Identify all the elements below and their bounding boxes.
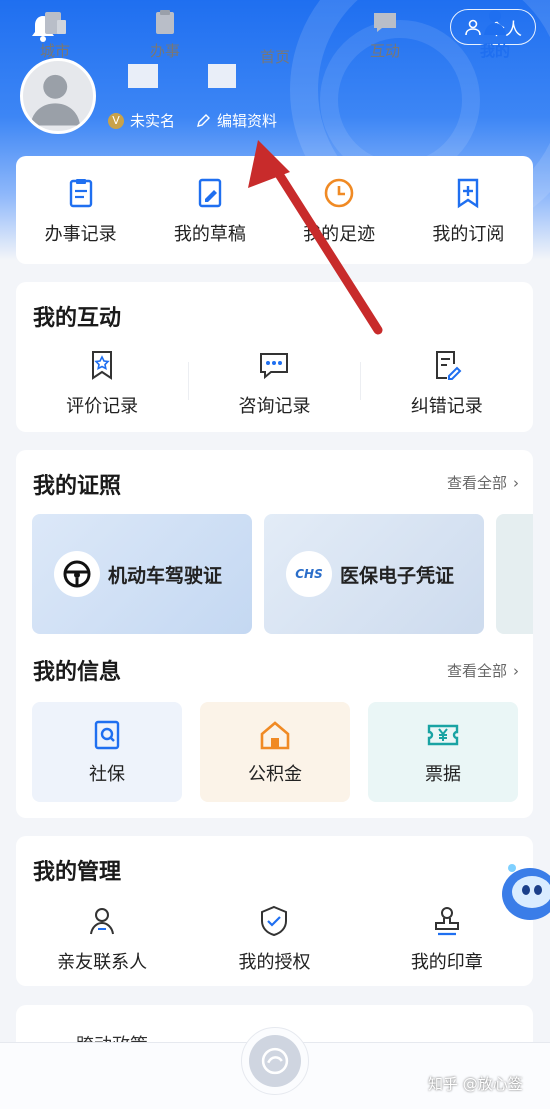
quick-action-label: 办事记录: [44, 224, 117, 245]
tab-interaction[interactable]: 互动: [350, 8, 420, 61]
chat-bubble-icon: [260, 353, 289, 380]
quick-action-label: 我的草稿: [173, 224, 246, 245]
info-label: 公积金: [248, 764, 302, 785]
star-bookmark-icon: [92, 351, 113, 380]
assistant-robot-icon[interactable]: [496, 858, 550, 928]
license-card-medical[interactable]: CHS 医保电子凭证: [264, 514, 484, 634]
social-security-icon: [94, 720, 120, 750]
licenses-view-all-link[interactable]: 查看全部 ›: [447, 472, 519, 493]
interaction-item[interactable]: 纠错记录: [361, 348, 533, 418]
license-card-driver[interactable]: 机动车驾驶证: [32, 514, 252, 634]
bookmark-plus-icon: [458, 178, 479, 209]
chs-logo-icon: CHS: [286, 551, 332, 597]
interaction-label: 咨询记录: [238, 396, 311, 417]
home-logo-icon: [249, 1035, 301, 1087]
person-icon: [90, 908, 115, 935]
interaction-label: 评价记录: [66, 396, 139, 417]
interaction-chat-icon: [374, 13, 396, 32]
license-label: 医保电子凭证: [340, 564, 455, 587]
avatar[interactable]: [20, 58, 96, 134]
ticket-yuan-icon: [427, 724, 459, 746]
chevron-right-icon: ›: [513, 661, 519, 680]
verify-status[interactable]: V 未实名: [108, 110, 175, 131]
edit-profile-link[interactable]: 编辑资料: [196, 110, 277, 131]
tab-home-label[interactable]: 首页: [240, 42, 310, 67]
quick-action-label: 我的足迹: [303, 224, 376, 245]
interaction-label: 纠错记录: [410, 396, 483, 417]
house-icon: [260, 721, 290, 750]
section-title: 我的证照: [33, 474, 122, 499]
steering-wheel-icon: [54, 551, 100, 597]
management-label: 我的印章: [410, 952, 483, 973]
tab-label: 互动: [369, 42, 400, 60]
tab-services[interactable]: 办事: [130, 8, 200, 61]
tab-label: 首页: [259, 48, 290, 66]
license-card-peek[interactable]: [496, 514, 533, 634]
info-label: 票据: [425, 764, 461, 785]
default-avatar-icon: [30, 74, 81, 126]
city-icon: [45, 12, 66, 34]
tab-label: 我的: [479, 42, 510, 60]
divider: [360, 362, 361, 400]
v-badge-icon: V: [108, 112, 124, 129]
edit-label: 编辑资料: [217, 112, 278, 130]
section-title: 我的管理: [33, 860, 122, 885]
verify-label: 未实名: [130, 112, 176, 130]
tab-mine[interactable]: 我的: [460, 8, 530, 61]
info-tile-receipts[interactable]: 票据: [368, 702, 518, 802]
pencil-icon: [197, 114, 210, 127]
mine-person-icon: [484, 10, 506, 35]
shield-check-icon: [261, 905, 288, 937]
info-tile-social-security[interactable]: 社保: [32, 702, 182, 802]
services-icon: [156, 10, 174, 34]
tab-label: 城市: [39, 42, 70, 60]
interaction-item[interactable]: 评价记录: [16, 348, 188, 418]
info-label: 社保: [89, 764, 125, 785]
username-mask: [208, 64, 236, 88]
quick-action-label: 我的订阅: [432, 224, 505, 245]
quick-actions-card: 办事记录 我的草稿 我的足迹 我的订阅: [16, 156, 533, 264]
quick-action[interactable]: 我的足迹: [275, 176, 404, 246]
quick-action[interactable]: 我的草稿: [145, 176, 274, 246]
edit-document-icon: [435, 351, 462, 380]
management-label: 亲友联系人: [57, 952, 148, 973]
interaction-item[interactable]: 咨询记录: [188, 348, 360, 418]
management-card: 我的管理 亲友联系人 我的授权 我的印章: [16, 836, 533, 986]
draft-edit-icon: [198, 178, 222, 208]
license-label: 机动车驾驶证: [108, 564, 223, 587]
watermark: 知乎 @放心签: [428, 1075, 523, 1093]
tab-label: 办事: [149, 42, 180, 60]
tab-city[interactable]: 城市: [20, 8, 90, 61]
licenses-info-card: 我的证照 查看全部 › 机动车驾驶证 CHS 医保电子凭证 我的信息 查看全部 …: [16, 450, 533, 818]
divider: [188, 362, 189, 400]
chevron-right-icon: ›: [513, 473, 519, 492]
stamp-icon: [434, 907, 459, 936]
management-label: 我的授权: [238, 952, 311, 973]
username-mask: [128, 64, 158, 88]
clock-icon: [324, 178, 354, 208]
info-view-all-link[interactable]: 查看全部 ›: [447, 660, 519, 681]
view-all-label: 查看全部: [446, 662, 507, 680]
management-item[interactable]: 亲友联系人: [16, 904, 188, 974]
clipboard-icon: [69, 179, 92, 208]
section-title: 我的信息: [33, 660, 122, 685]
section-title: 我的互动: [33, 306, 122, 331]
management-item[interactable]: 我的授权: [188, 904, 360, 974]
info-tile-housing-fund[interactable]: 公积金: [200, 702, 350, 802]
interaction-card: 我的互动 评价记录 咨询记录 纠错记录: [16, 282, 533, 432]
view-all-label: 查看全部: [446, 474, 507, 492]
tab-home[interactable]: [241, 1027, 309, 1095]
quick-action[interactable]: 办事记录: [16, 176, 145, 246]
quick-action[interactable]: 我的订阅: [404, 176, 533, 246]
chs-logo-text: CHS: [295, 567, 323, 581]
